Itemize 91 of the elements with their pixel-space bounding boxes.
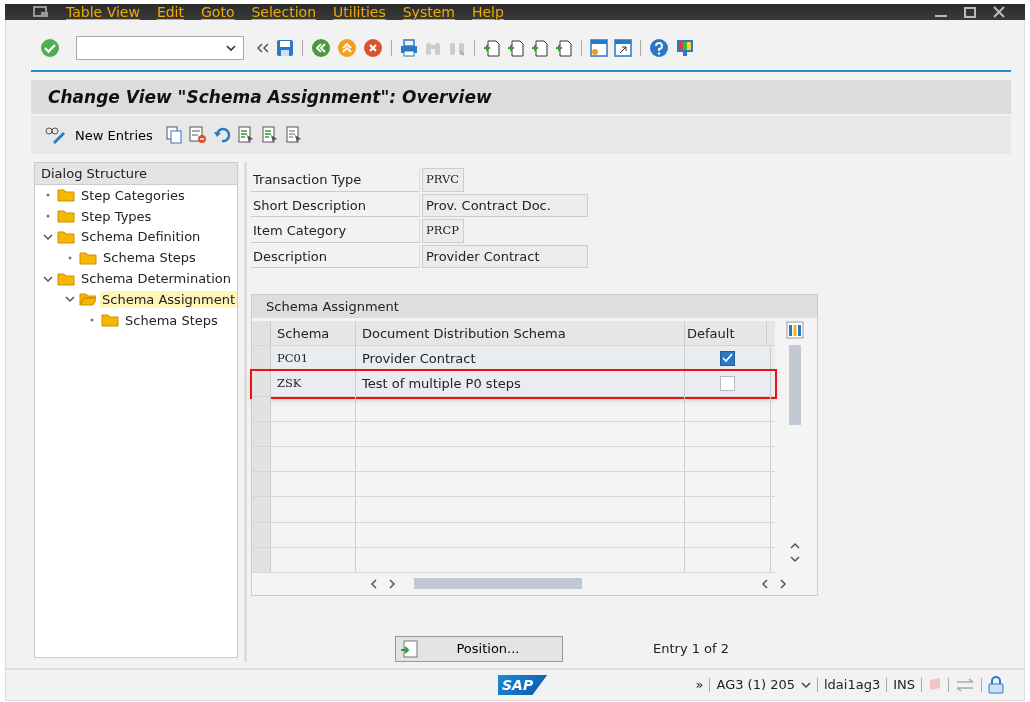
folder-icon [78,292,97,307]
page-icon[interactable] [507,39,525,57]
select-rows-icon[interactable] [260,126,279,144]
page-icon[interactable] [555,39,573,57]
position-button[interactable]: Position... [395,635,563,662]
tree-item[interactable]: Schema Steps [123,311,220,329]
table-cell: ZSK [271,371,356,396]
select-rows-icon[interactable] [236,126,255,144]
folder-icon [57,271,75,286]
dropdown-caret-icon[interactable] [225,44,237,52]
chevron-up-icon[interactable] [789,540,801,549]
scrollbar-thumb[interactable] [414,578,582,590]
print-icon[interactable] [400,39,418,57]
server-name: ldai1ag3 [824,677,881,693]
tree-item[interactable]: Step Categories [79,186,187,204]
column-header[interactable]: Document Distribution Schema [356,321,685,346]
field-value: Provider Contract [422,244,588,268]
close-icon[interactable] [993,6,1005,18]
column-header[interactable]: Default [685,321,767,346]
field-label: Item Category [251,219,420,243]
tree-item[interactable]: Schema Definition [79,228,203,246]
transfer-icon [955,677,975,692]
row-selector[interactable] [252,346,271,371]
checkbox[interactable] [720,350,735,366]
maximize-icon[interactable] [964,6,976,18]
chevron-down-icon[interactable] [43,232,53,242]
folder-icon [79,250,97,265]
field-value: Prov. Contract Doc. [422,193,588,217]
sap-logo: SAP [498,674,548,695]
select-rows-icon[interactable] [284,126,303,144]
menu-item[interactable]: Utilities [333,4,386,20]
save-icon[interactable] [276,39,294,57]
tree-item[interactable]: Schema Determination [79,270,233,288]
field-value: PRCP [422,219,464,243]
menu-item[interactable]: Selection [251,4,316,20]
field-value: PRVC [422,168,464,192]
chevron-left-icon[interactable] [761,577,769,590]
folder-icon [57,209,75,224]
folder-icon [57,188,75,203]
table-title: Schema Assignment [252,295,817,318]
field-label: Short Description [251,193,420,217]
screen-title: Change View "Schema Assignment": Overview [48,87,492,107]
field-label: Description [251,244,420,268]
undo-icon[interactable] [212,126,231,144]
chevron-right-icon[interactable] [388,577,396,590]
cancel-icon[interactable] [363,38,383,58]
chevron-right-icon[interactable] [779,577,787,590]
menu-item[interactable]: Edit [156,4,184,20]
chevron-down-icon[interactable] [65,294,75,305]
command-field[interactable] [76,36,244,60]
position-icon [400,639,418,658]
menu-item[interactable]: System [402,4,455,20]
scrollbar-thumb[interactable] [789,345,801,425]
expand-toggle[interactable]: » [695,677,704,693]
table-cell: Test of multiple P0 steps [356,371,685,396]
page-icon[interactable] [531,39,549,57]
check-icon[interactable] [40,38,60,58]
system-info[interactable]: AG3 (1) 205 [716,677,795,693]
delete-rows-icon[interactable] [188,126,207,144]
tree-item[interactable]: Schema Steps [101,249,198,267]
menu-item[interactable]: Goto [201,4,235,20]
copy-icon[interactable] [164,126,183,144]
chevron-left-icon[interactable] [370,577,378,590]
page-icon[interactable] [483,39,501,57]
double-chevron-icon[interactable] [256,42,270,54]
menu-icon[interactable] [33,6,49,18]
column-settings-icon[interactable] [786,321,804,339]
input-mode[interactable]: INS [893,677,915,693]
help-icon[interactable] [649,38,669,58]
entry-count: Entry 1 of 2 [653,641,730,657]
window-icon[interactable] [590,39,608,57]
monitor-icon[interactable] [675,38,695,58]
tree-item[interactable]: Step Types [79,207,154,225]
field-label: Transaction Type [251,168,420,192]
folder-icon [57,230,75,244]
tree-item[interactable]: Schema Assignment [100,290,237,308]
glasses-pencil-icon[interactable] [45,126,67,144]
menu-item[interactable]: Help [471,4,504,20]
new-entries-button[interactable]: New Entries [73,125,159,145]
window-icon[interactable] [614,39,632,57]
menu-item[interactable]: Table View [66,4,140,20]
tree-header: Dialog Structure [35,163,237,185]
checkbox[interactable] [720,375,735,391]
chevron-down-icon[interactable] [789,554,801,563]
folder-icon [101,313,119,328]
chevron-down-icon[interactable] [801,680,811,689]
chevron-down-icon[interactable] [43,273,53,284]
back-icon[interactable] [311,38,331,58]
flag-icon [928,676,942,693]
lock-icon[interactable] [988,675,1004,694]
column-header[interactable]: Schema [271,321,356,346]
